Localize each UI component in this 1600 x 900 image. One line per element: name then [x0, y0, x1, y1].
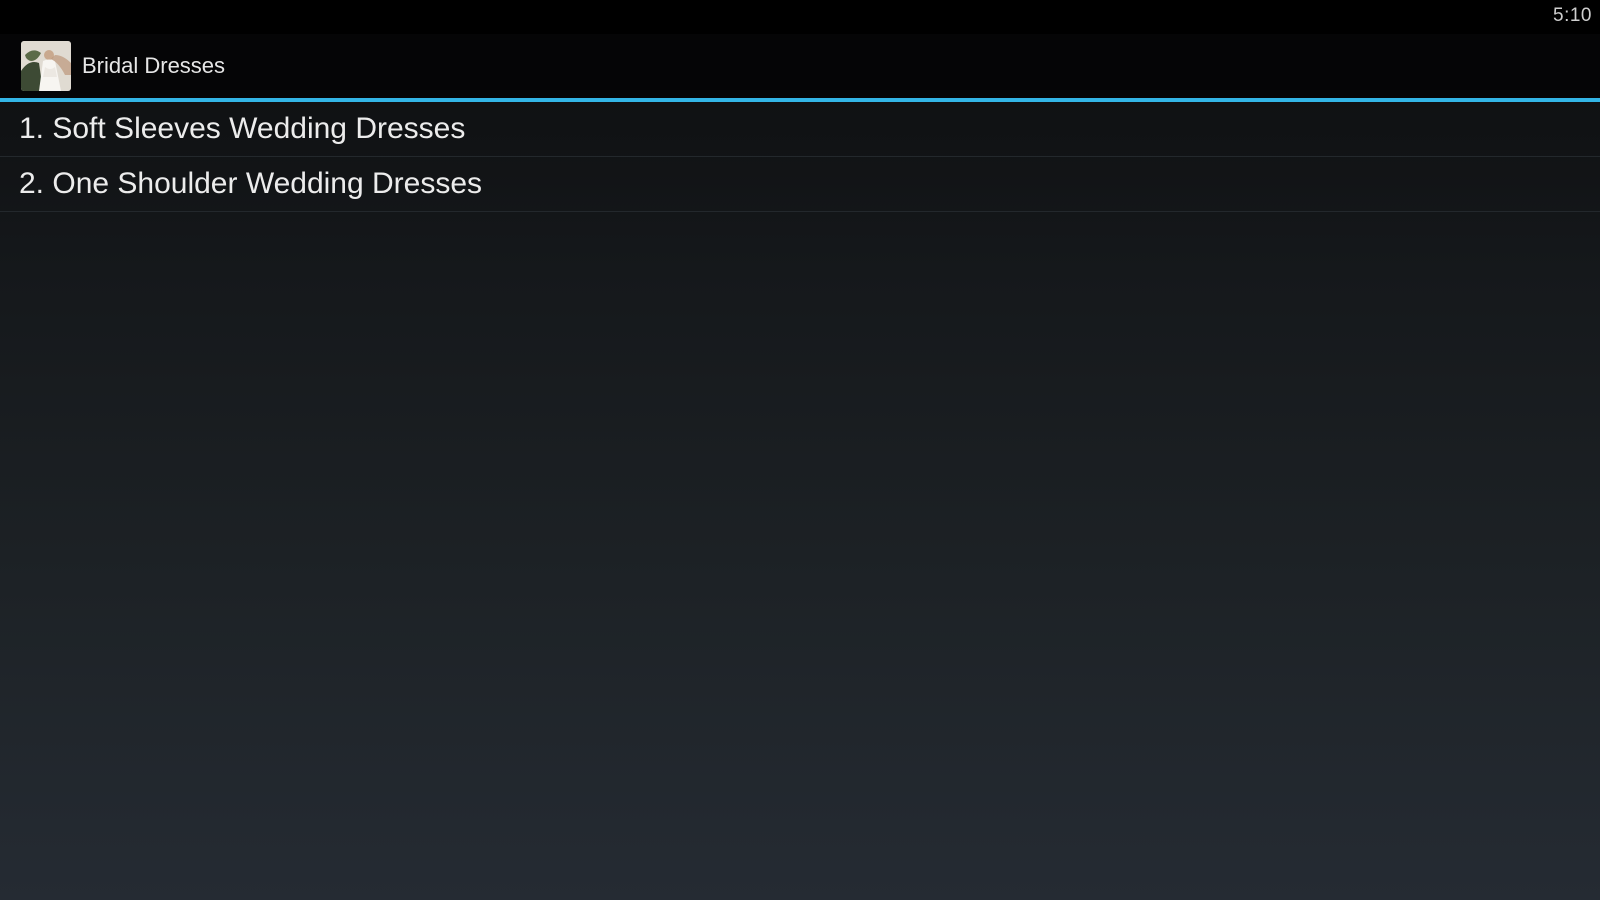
action-bar: Bridal Dresses: [0, 34, 1600, 98]
app-screen: 5:10 Bridal Dresses 1. Soft Sleeves Wedd…: [0, 0, 1600, 900]
app-title: Bridal Dresses: [82, 53, 226, 78]
list-item[interactable]: 2. One Shoulder Wedding Dresses: [0, 157, 1600, 212]
list-item-label: 2. One Shoulder Wedding Dresses: [19, 167, 483, 200]
list-item-label: 1. Soft Sleeves Wedding Dresses: [19, 112, 466, 145]
status-bar: 5:10: [0, 0, 1600, 34]
list-item[interactable]: 1. Soft Sleeves Wedding Dresses: [0, 102, 1600, 157]
bridal-app-icon[interactable]: [21, 41, 71, 91]
status-time: 5:10: [1553, 5, 1592, 26]
dress-category-list: 1. Soft Sleeves Wedding Dresses 2. One S…: [0, 102, 1600, 212]
